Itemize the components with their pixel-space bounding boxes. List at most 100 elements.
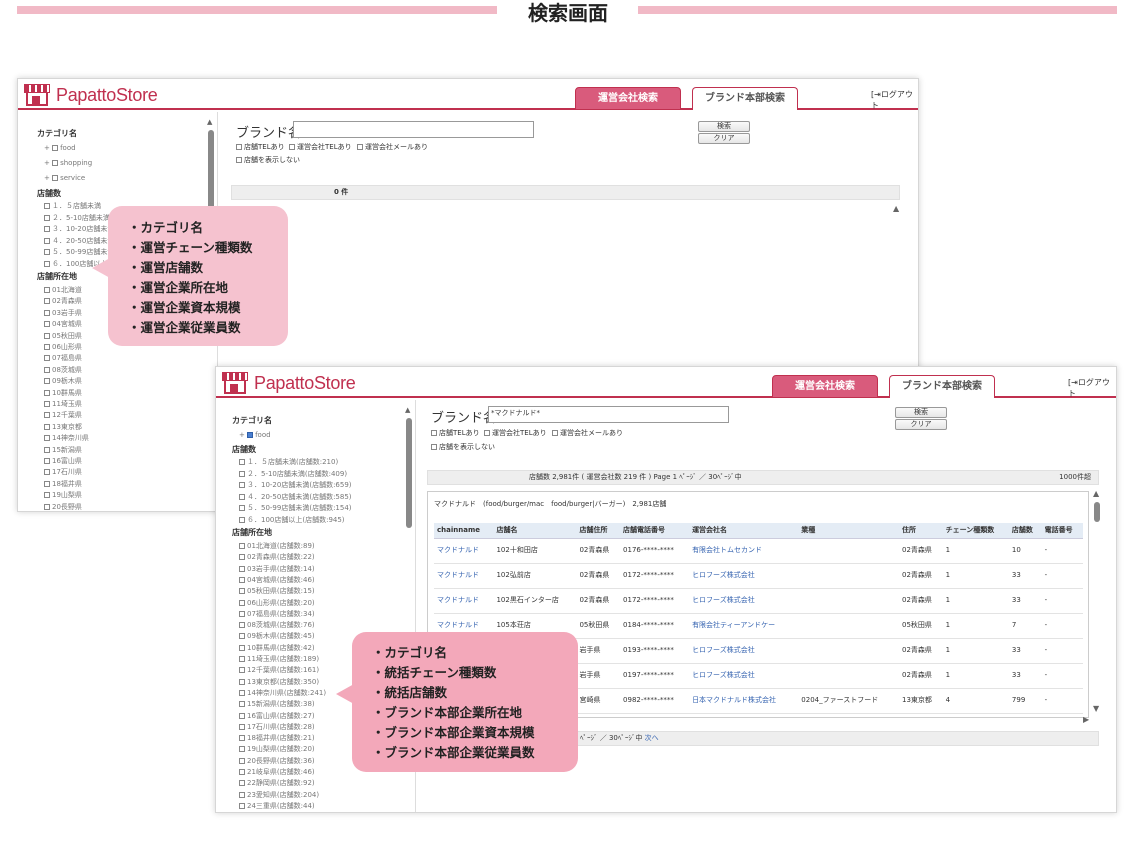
table-cell[interactable]: ヒロフーズ株式会社 bbox=[689, 638, 799, 664]
location-option[interactable]: 15新潟県 bbox=[44, 445, 82, 455]
checkbox[interactable] bbox=[239, 656, 245, 662]
checkbox[interactable] bbox=[239, 701, 245, 708]
checkbox[interactable] bbox=[239, 757, 245, 764]
checkbox[interactable] bbox=[239, 517, 245, 523]
location-option[interactable]: 06山形県(店舗数:20) bbox=[239, 598, 315, 608]
column-header[interactable]: チェーン種類数 bbox=[942, 523, 1009, 539]
checkbox[interactable] bbox=[239, 667, 245, 674]
clear-button[interactable]: クリア bbox=[895, 419, 947, 430]
location-option[interactable]: 10群馬県 bbox=[44, 388, 82, 398]
location-option[interactable]: 08茨城県(店舗数:76) bbox=[239, 620, 315, 630]
location-option[interactable]: 09栃木県(店舗数:45) bbox=[239, 631, 315, 641]
checkbox[interactable] bbox=[44, 480, 50, 487]
next-page-link[interactable]: 次へ bbox=[645, 734, 659, 742]
option-operator-mail[interactable]: 運営会社メールあり bbox=[552, 428, 623, 438]
checkbox[interactable] bbox=[44, 412, 50, 419]
checkbox[interactable] bbox=[44, 309, 50, 316]
location-option[interactable]: 16富山県 bbox=[44, 456, 82, 466]
checkbox[interactable] bbox=[44, 344, 50, 350]
category-item[interactable]: + food bbox=[44, 143, 76, 153]
location-option[interactable]: 13東京都 bbox=[44, 422, 82, 432]
location-option[interactable]: 01北海道 bbox=[44, 285, 82, 295]
option-hide-stores[interactable]: 店舗を表示しない bbox=[431, 442, 495, 452]
store-count-option[interactable]: ２．5-10店舗未満 bbox=[44, 213, 110, 223]
store-count-option[interactable]: ４．20-50店舗未満(店舗数:585) bbox=[239, 492, 352, 502]
location-option[interactable]: 02青森県(店舗数:22) bbox=[239, 552, 315, 562]
location-option[interactable]: 06山形県 bbox=[44, 342, 82, 352]
table-cell[interactable]: マクドナルド bbox=[434, 588, 494, 614]
checkbox[interactable] bbox=[431, 444, 437, 450]
column-header[interactable]: 電話番号 bbox=[1041, 523, 1083, 539]
location-option[interactable]: 18福井県 bbox=[44, 479, 82, 489]
logout-link[interactable]: [⇥ログアウト bbox=[1068, 377, 1116, 399]
checkbox[interactable] bbox=[44, 366, 50, 373]
location-option[interactable]: 04宮城県 bbox=[44, 319, 82, 329]
checkbox[interactable] bbox=[239, 610, 245, 617]
checkbox[interactable] bbox=[239, 735, 245, 742]
checkbox[interactable] bbox=[52, 145, 59, 151]
column-header[interactable]: 店舗数 bbox=[1008, 523, 1042, 539]
location-option[interactable]: 20長野県(店舗数:36) bbox=[239, 756, 315, 766]
checkbox[interactable] bbox=[239, 622, 245, 629]
location-option[interactable]: 04宮城県(店舗数:46) bbox=[239, 575, 315, 585]
location-option[interactable]: 07福島県 bbox=[44, 353, 82, 363]
checkbox[interactable] bbox=[44, 423, 50, 430]
location-option[interactable]: 13東京都(店舗数:350) bbox=[239, 677, 319, 687]
checkbox[interactable] bbox=[239, 780, 245, 787]
checkbox[interactable] bbox=[357, 144, 363, 150]
table-cell[interactable]: マクドナルド bbox=[434, 538, 494, 564]
table-cell[interactable]: ヒロフーズ株式会社 bbox=[689, 563, 799, 589]
table-cell[interactable]: マクドナルド bbox=[434, 563, 494, 589]
store-count-option[interactable]: ３．10-20店舗未満(店舗数:659) bbox=[239, 480, 352, 490]
column-header[interactable]: 店舗住所 bbox=[576, 523, 621, 539]
checkbox[interactable] bbox=[44, 260, 50, 267]
location-option[interactable]: 10群馬県(店舗数:42) bbox=[239, 643, 315, 653]
scroll-down-icon[interactable]: ▼ bbox=[1093, 704, 1099, 713]
location-option[interactable]: 12千葉県(店舗数:161) bbox=[239, 665, 319, 675]
table-row[interactable]: マクドナルド 102十和田店 02青森県 0176-****-**** 有限会社トムセカ… bbox=[434, 538, 1083, 564]
checkbox[interactable] bbox=[236, 157, 242, 163]
scroll-up-icon[interactable]: ▲ bbox=[893, 204, 899, 213]
location-option[interactable]: 12千葉県 bbox=[44, 410, 82, 420]
scroll-thumb[interactable] bbox=[406, 418, 412, 528]
checkbox[interactable] bbox=[44, 458, 50, 464]
search-button[interactable]: 検索 bbox=[698, 121, 750, 132]
checkbox[interactable] bbox=[44, 446, 50, 453]
checkbox[interactable] bbox=[44, 503, 50, 510]
brand-name-input[interactable] bbox=[293, 121, 534, 138]
tab-operator-search[interactable]: 運営会社検索 bbox=[772, 375, 878, 398]
location-option[interactable]: 14神奈川県(店舗数:241) bbox=[239, 688, 326, 698]
checkbox[interactable] bbox=[431, 430, 437, 436]
table-cell[interactable]: 日本マクドナルド株式会社 bbox=[689, 688, 799, 714]
tab-brand-search[interactable]: ブランド本部検索 bbox=[889, 375, 995, 398]
checkbox[interactable] bbox=[52, 160, 59, 166]
location-option[interactable]: 11埼玉県 bbox=[44, 399, 82, 409]
checkbox[interactable] bbox=[239, 712, 245, 719]
checkbox[interactable] bbox=[44, 435, 50, 442]
location-option[interactable]: 09栃木県 bbox=[44, 376, 82, 386]
table-cell[interactable]: 有限会社ティーアンドケー bbox=[689, 613, 799, 639]
scroll-up-icon[interactable]: ▲ bbox=[405, 406, 410, 414]
location-option[interactable]: 05秋田県 bbox=[44, 331, 82, 341]
checkbox[interactable] bbox=[239, 482, 245, 489]
location-option[interactable]: 08茨城県 bbox=[44, 365, 82, 375]
scroll-thumb[interactable] bbox=[1094, 502, 1100, 522]
checkbox[interactable] bbox=[44, 321, 50, 328]
column-header[interactable]: 店舗名 bbox=[493, 523, 577, 539]
location-option[interactable]: 01北海道(店舗数:89) bbox=[239, 541, 315, 551]
checkbox[interactable] bbox=[239, 802, 245, 809]
scroll-right-icon[interactable]: ▶ bbox=[1083, 715, 1089, 724]
checkbox[interactable] bbox=[239, 723, 245, 730]
clear-button[interactable]: クリア bbox=[698, 133, 750, 144]
store-count-option[interactable]: １．５店舗未満 bbox=[44, 201, 101, 211]
store-count-option[interactable]: ５．50-99店舗未満 bbox=[44, 247, 114, 257]
location-option[interactable]: 05秋田県(店舗数:15) bbox=[239, 586, 315, 596]
option-hide-stores[interactable]: 店舗を表示しない bbox=[236, 155, 300, 165]
checkbox[interactable] bbox=[236, 144, 242, 150]
checkbox[interactable] bbox=[239, 689, 245, 696]
checkbox[interactable] bbox=[239, 746, 245, 753]
store-count-option[interactable]: ３．10-20店舗未満 bbox=[44, 224, 114, 234]
checkbox[interactable] bbox=[239, 791, 245, 798]
table-cell[interactable]: ヒロフーズ株式会社 bbox=[689, 588, 799, 614]
location-option[interactable]: 03岩手県(店舗数:14) bbox=[239, 564, 315, 574]
